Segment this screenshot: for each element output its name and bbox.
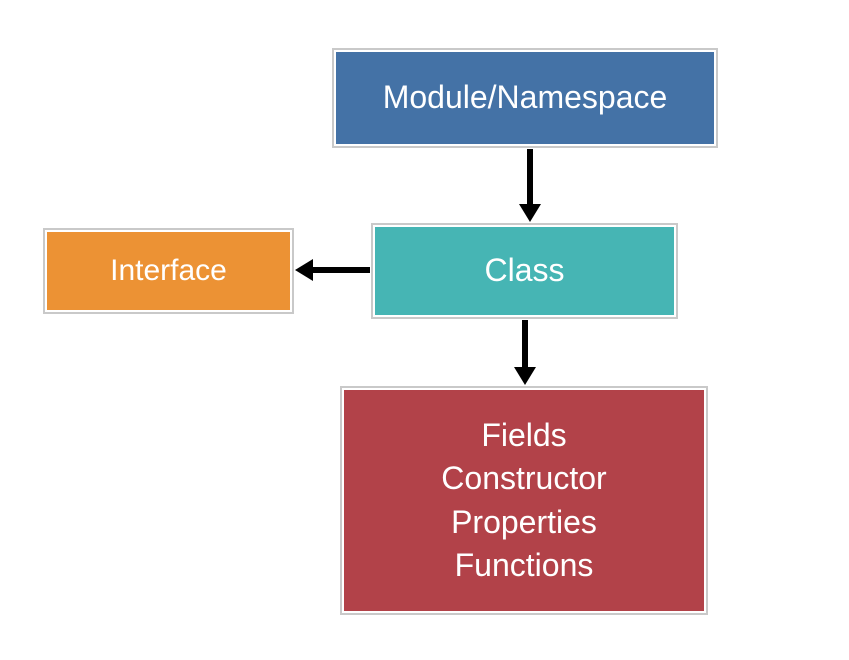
members-box: Fields Constructor Properties Functions [342,388,706,613]
module-label: Module/Namespace [383,76,668,119]
class-label: Class [484,249,564,292]
members-line-fields: Fields [481,414,566,457]
members-line-properties: Properties [451,501,597,544]
arrow-class-to-interface [295,259,370,281]
arrow-class-to-members [514,320,536,385]
arrow-module-to-class [519,149,541,222]
members-line-functions: Functions [455,544,594,587]
interface-box: Interface [45,230,292,312]
class-box: Class [373,225,676,317]
interface-label: Interface [110,251,227,292]
module-box: Module/Namespace [334,50,716,146]
members-line-constructor: Constructor [441,457,606,500]
